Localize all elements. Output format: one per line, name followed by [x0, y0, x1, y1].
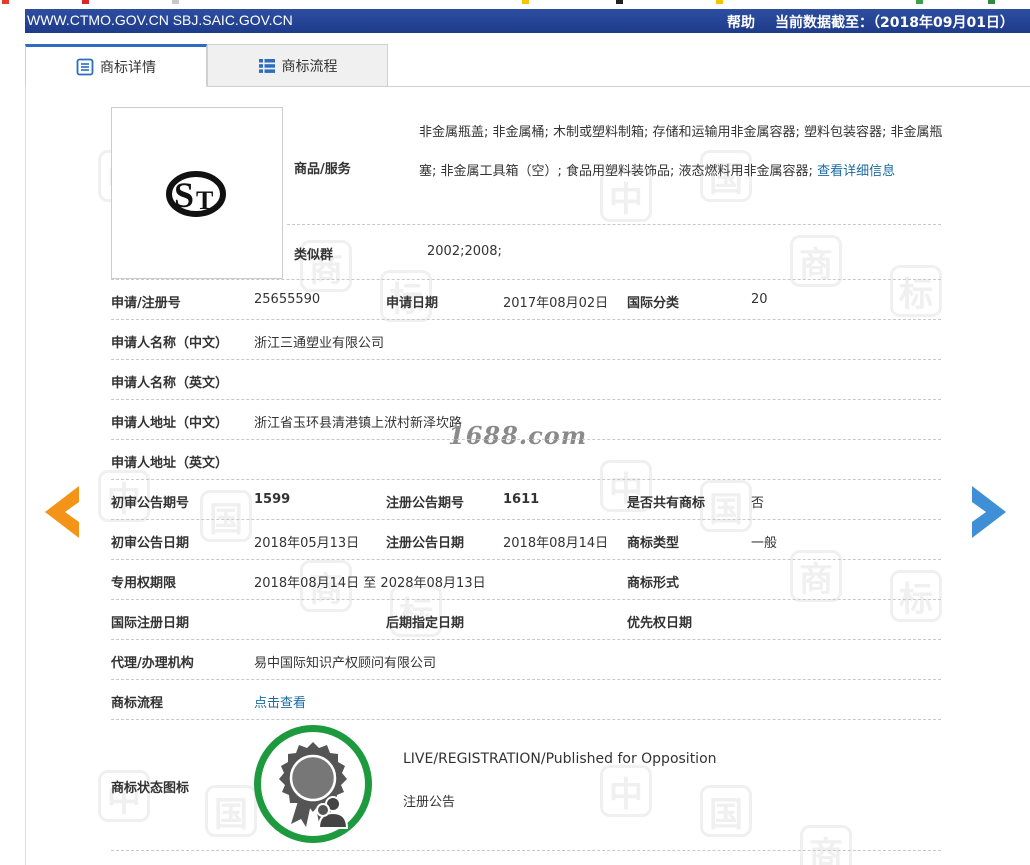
process-label: 商标流程 [111, 696, 164, 711]
site-watermark: 1688.com [448, 421, 588, 450]
help-link[interactable]: 帮助 [727, 12, 755, 32]
watermark-char: 商 [790, 550, 842, 602]
watermark-char: 国 [200, 490, 252, 542]
address-cn-label: 申请人地址（中文） [111, 416, 229, 431]
divider [111, 719, 941, 720]
svg-text:T: T [196, 186, 213, 215]
goods-label: 商品/服务 [294, 162, 351, 177]
site-url: WWW.CTMO.GOV.CN SBJ.SAIC.GOV.CN [27, 12, 293, 28]
similar-group-value: 2002;2008; [427, 244, 502, 259]
address-cn-value: 浙江省玉环县清港镇上洑村新泽坎路 [254, 416, 463, 431]
watermark-char: 商 [800, 825, 852, 865]
applicant-en-label: 申请人名称（英文） [111, 376, 229, 391]
divider [111, 399, 941, 400]
divider [111, 519, 941, 520]
divider [111, 479, 941, 480]
divider [111, 319, 941, 320]
reg-no-value: 25655590 [254, 292, 321, 307]
reg-date-label: 注册公告日期 [386, 536, 465, 551]
prelim-issue-label: 初审公告期号 [111, 496, 190, 511]
agency-value: 易中国际知识产权顾问有限公司 [254, 656, 437, 671]
intl-class-label: 国际分类 [627, 296, 680, 311]
tm-type-label: 商标类型 [627, 536, 680, 551]
status-icon-label: 商标状态图标 [111, 781, 190, 796]
divider [111, 439, 941, 440]
reg-date-value: 2018年08月14日 [503, 536, 609, 551]
watermark-char: 标 [890, 265, 942, 317]
status-en: LIVE/REGISTRATION/Published for Oppositi… [403, 751, 717, 767]
later-designation-label: 后期指定日期 [386, 616, 465, 631]
apply-date-label: 申请日期 [386, 296, 439, 311]
status-badge [254, 725, 372, 843]
watermark-char: 中 [600, 765, 652, 817]
trademark-logo: S T [166, 171, 226, 217]
goods-text: 非金属瓶盖; 非金属桶; 木制或塑料制箱; 存储和运输用非金属容器; 塑料包装容… [419, 113, 944, 191]
prelim-date-value: 2018年05月13日 [254, 536, 360, 551]
apply-date-value: 2017年08月02日 [503, 296, 609, 311]
process-view-link[interactable]: 点击查看 [254, 692, 306, 711]
intl-reg-date-label: 国际注册日期 [111, 616, 190, 631]
tm-type-value: 一般 [751, 536, 778, 551]
divider [111, 679, 941, 680]
agency-label: 代理/办理机构 [111, 656, 194, 671]
divider [287, 224, 941, 225]
reg-issue-label: 注册公告期号 [386, 496, 465, 511]
document-icon [76, 58, 94, 75]
site-banner: WWW.CTMO.GOV.CN SBJ.SAIC.GOV.CN 帮助 当前数据截… [25, 9, 1030, 33]
watermark-char: 国 [205, 785, 257, 837]
status-cn: 注册公告 [403, 795, 456, 810]
divider [111, 639, 941, 640]
shared-value: 否 [751, 496, 765, 511]
excl-period-value: 2018年08月14日 至 2028年08月13日 [254, 576, 486, 591]
divider [111, 599, 941, 600]
previous-arrow-icon[interactable] [45, 486, 79, 538]
registered-rosette-icon [279, 742, 349, 829]
tm-form-label: 商标形式 [627, 576, 680, 591]
tab-trademark-details[interactable]: 商标详情 [25, 44, 207, 87]
prelim-issue-value: 1599 [254, 492, 291, 507]
tab-label: 商标流程 [281, 58, 338, 75]
address-en-label: 申请人地址（英文） [111, 456, 229, 471]
divider [111, 279, 941, 280]
tab-bar: 商标详情 商标流程 [25, 44, 1030, 87]
prelim-date-label: 初审公告日期 [111, 536, 190, 551]
list-icon [258, 58, 275, 73]
tab-trademark-process[interactable]: 商标流程 [207, 44, 388, 87]
shared-label: 是否共有商标 [627, 496, 706, 511]
divider [111, 850, 941, 851]
bookmark-strip [0, 0, 1030, 9]
similar-group-label: 类似群 [294, 248, 334, 263]
intl-class-value: 20 [751, 292, 768, 307]
watermark-char: 国 [700, 785, 752, 837]
svg-text:S: S [174, 175, 194, 215]
data-date: 当前数据截至：（2018年09月01日） [775, 15, 1014, 31]
next-arrow-icon[interactable] [972, 486, 1006, 538]
watermark-char: 国 [700, 480, 752, 532]
excl-period-label: 专用权期限 [111, 576, 177, 591]
view-details-link[interactable]: 查看详细信息 [817, 164, 895, 179]
watermark-char: 标 [890, 570, 942, 622]
tab-label: 商标详情 [100, 59, 156, 76]
priority-date-label: 优先权日期 [627, 616, 693, 631]
reg-no-label: 申请/注册号 [111, 296, 181, 311]
trademark-image: S T [111, 107, 283, 279]
reg-issue-value: 1611 [503, 492, 540, 507]
divider [111, 559, 941, 560]
divider [111, 359, 941, 360]
applicant-cn-label: 申请人名称（中文） [111, 336, 229, 351]
applicant-cn-value: 浙江三通塑业有限公司 [254, 336, 385, 351]
